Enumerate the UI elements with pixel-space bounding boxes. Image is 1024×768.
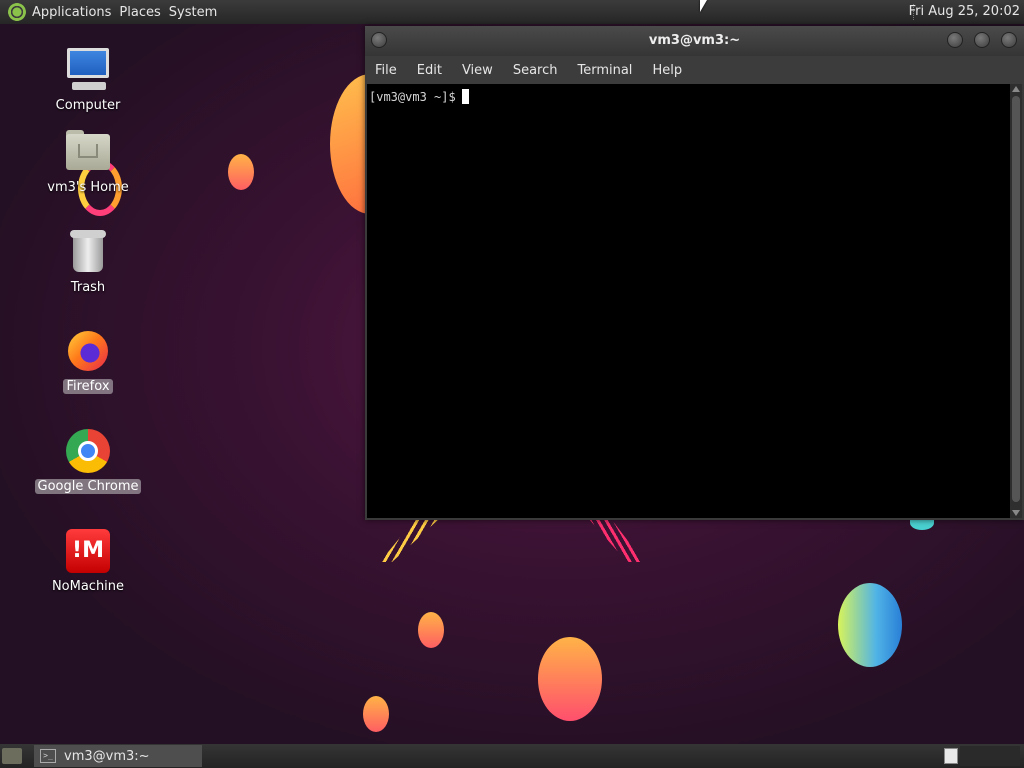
desktop-icon-nomachine[interactable]: !M NoMachine (33, 527, 143, 594)
distro-logo-icon[interactable] (8, 3, 26, 21)
taskbar-item-terminal[interactable]: >_ vm3@vm3:~ (34, 745, 202, 767)
menu-system[interactable]: System (169, 5, 225, 20)
mouse-pointer-icon (700, 0, 707, 12)
terminal-window[interactable]: vm3@vm3:~ File Edit View Search Terminal… (365, 26, 1024, 520)
workspace-switcher-2[interactable] (960, 746, 1020, 766)
trash-icon (64, 228, 112, 276)
nomachine-logo-text: !M (66, 529, 110, 573)
wallpaper-streaks (380, 518, 440, 562)
show-desktop-icon[interactable] (2, 748, 22, 764)
menu-places[interactable]: Places (119, 5, 168, 20)
vertical-scrollbar[interactable] (1010, 84, 1022, 518)
firefox-icon (64, 327, 112, 375)
desktop-icon-label: Trash (70, 280, 106, 295)
taskbar-item-label: vm3@vm3:~ (64, 748, 150, 764)
window-titlebar[interactable]: vm3@vm3:~ (365, 26, 1024, 56)
wallpaper-shape (538, 637, 602, 721)
nomachine-icon: !M (64, 527, 112, 575)
menu-file[interactable]: File (365, 63, 407, 78)
scroll-up-arrow-icon[interactable] (1012, 86, 1020, 92)
desktop-icon-label: Google Chrome (34, 479, 142, 494)
terminal-prompt-line: [vm3@vm3 ~]$ (369, 89, 469, 104)
desktop-icon-trash[interactable]: Trash (33, 228, 143, 295)
text-cursor (461, 89, 469, 104)
menu-search[interactable]: Search (503, 63, 568, 78)
scroll-down-arrow-icon[interactable] (1012, 510, 1020, 516)
menu-view[interactable]: View (452, 63, 503, 78)
desktop-icon-label: vm3's Home (47, 180, 129, 195)
window-title: vm3@vm3:~ (648, 33, 741, 48)
desktop-icon-label: NoMachine (51, 579, 125, 594)
terminal-menubar: File Edit View Search Terminal Help (365, 56, 1024, 84)
desktop-icon-home[interactable]: vm3's Home (33, 128, 143, 195)
wallpaper-shape (228, 154, 254, 190)
top-panel: Applications Places System Fri Aug 25, 2… (0, 0, 1024, 24)
desktop-icon-label: Computer (55, 98, 121, 113)
terminal-icon: >_ (40, 749, 56, 763)
wallpaper-shape (363, 696, 389, 732)
minimize-icon[interactable] (947, 32, 963, 48)
close-icon[interactable] (1001, 32, 1017, 48)
computer-icon (64, 46, 112, 94)
terminal-prompt: [vm3@vm3 ~]$ (369, 90, 456, 104)
menu-applications[interactable]: Applications (32, 5, 119, 20)
desktop-icon-firefox[interactable]: Firefox (33, 327, 143, 394)
wallpaper-shape (418, 612, 444, 648)
bottom-panel: >_ vm3@vm3:~ (0, 744, 1024, 768)
wallpaper-shape (838, 583, 902, 667)
workspace-switcher-1[interactable] (944, 748, 958, 764)
menu-terminal[interactable]: Terminal (567, 63, 642, 78)
terminal-output[interactable]: [vm3@vm3 ~]$ (367, 84, 1010, 518)
clock[interactable]: Fri Aug 25, 20:02 (909, 4, 1020, 19)
scrollbar-thumb[interactable] (1012, 96, 1020, 502)
desktop-icon-label: Firefox (63, 379, 113, 394)
menu-help[interactable]: Help (642, 63, 692, 78)
menu-edit[interactable]: Edit (407, 63, 452, 78)
desktop-icon-google-chrome[interactable]: Google Chrome (33, 427, 143, 494)
home-folder-icon (64, 128, 112, 176)
wallpaper-streaks (588, 518, 644, 562)
chrome-icon (64, 427, 112, 475)
desktop-icon-computer[interactable]: Computer (33, 46, 143, 113)
maximize-icon[interactable] (974, 32, 990, 48)
